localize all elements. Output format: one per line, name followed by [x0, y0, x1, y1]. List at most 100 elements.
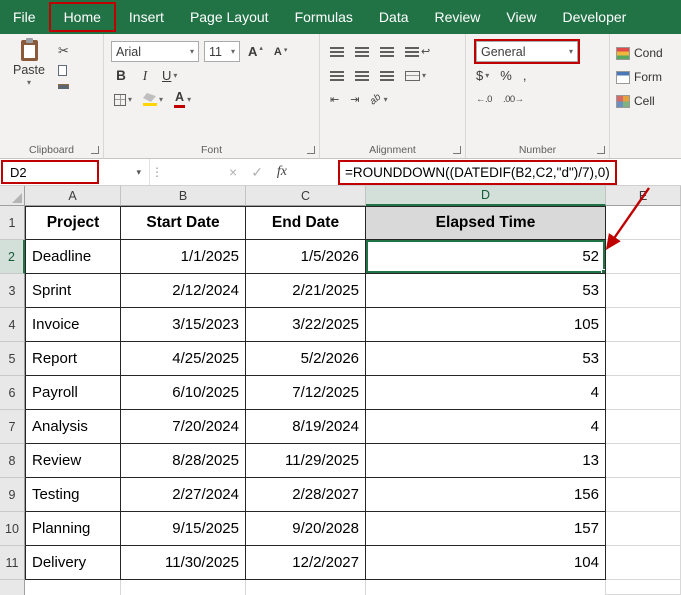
decrease-decimal-button[interactable]: .00→ — [500, 93, 527, 106]
cell-A5[interactable]: Report — [25, 342, 121, 376]
cell-E4[interactable] — [606, 308, 681, 342]
align-right-button[interactable] — [377, 70, 397, 82]
row-header-5[interactable]: 5 — [0, 342, 25, 376]
cell-C12[interactable] — [246, 580, 366, 595]
paste-button[interactable]: Paste ▾ — [8, 38, 50, 89]
cell-A9[interactable]: Testing — [25, 478, 121, 512]
cell-E12[interactable] — [606, 580, 681, 595]
cell-B10[interactable]: 9/15/2025 — [121, 512, 246, 546]
row-header-9[interactable]: 9 — [0, 478, 25, 512]
cell-C4[interactable]: 3/22/2025 — [246, 308, 366, 342]
tab-home[interactable]: Home — [49, 2, 116, 32]
row-header-10[interactable]: 10 — [0, 512, 25, 546]
col-header-D[interactable]: D — [366, 186, 606, 206]
row-header-7[interactable]: 7 — [0, 410, 25, 444]
cell-A1[interactable]: Project — [25, 206, 121, 240]
cell-C8[interactable]: 11/29/2025 — [246, 444, 366, 478]
cell-B1[interactable]: Start Date — [121, 206, 246, 240]
increase-decimal-button[interactable]: ←.0 — [473, 93, 495, 106]
number-dialog-launcher-icon[interactable] — [597, 146, 605, 154]
cell-C5[interactable]: 5/2/2026 — [246, 342, 366, 376]
cell-E9[interactable] — [606, 478, 681, 512]
cell-E5[interactable] — [606, 342, 681, 376]
format-as-table-button[interactable]: Form — [616, 68, 675, 86]
cell-D10[interactable]: 157 — [366, 512, 606, 546]
cell-C7[interactable]: 8/19/2024 — [246, 410, 366, 444]
copy-button[interactable] — [58, 62, 72, 76]
cell-A10[interactable]: Planning — [25, 512, 121, 546]
cell-A3[interactable]: Sprint — [25, 274, 121, 308]
cell-B2[interactable]: 1/1/2025 — [121, 240, 246, 274]
cell-E11[interactable] — [606, 546, 681, 580]
align-center-button[interactable] — [352, 70, 372, 82]
cell-E2[interactable] — [606, 240, 681, 274]
cell-D12[interactable] — [366, 580, 606, 595]
cell-A8[interactable]: Review — [25, 444, 121, 478]
cell-E7[interactable] — [606, 410, 681, 444]
cut-button[interactable]: ✂ — [58, 44, 69, 57]
row-header-8[interactable]: 8 — [0, 444, 25, 478]
cell-A6[interactable]: Payroll — [25, 376, 121, 410]
row-header-2[interactable]: 2 — [0, 240, 25, 274]
cell-C11[interactable]: 12/2/2027 — [246, 546, 366, 580]
cell-E10[interactable] — [606, 512, 681, 546]
formula-input[interactable]: =ROUNDDOWN((DATEDIF(B2,C2,"d")/7),0) — [340, 162, 615, 183]
cell-C1[interactable]: End Date — [246, 206, 366, 240]
cell-C3[interactable]: 2/21/2025 — [246, 274, 366, 308]
cell-E1[interactable] — [606, 206, 681, 240]
cell-C2[interactable]: 1/5/2026 — [246, 240, 366, 274]
comma-style-button[interactable]: , — [520, 67, 530, 84]
name-box-value[interactable]: D2 — [3, 162, 97, 182]
cell-A2[interactable]: Deadline — [25, 240, 121, 274]
enter-button[interactable]: ✓ — [244, 164, 270, 181]
cell-A12[interactable] — [25, 580, 121, 595]
format-painter-button[interactable] — [58, 84, 69, 89]
cell-B12[interactable] — [121, 580, 246, 595]
col-header-E[interactable]: E — [606, 186, 681, 206]
tab-developer[interactable]: Developer — [550, 2, 640, 32]
align-middle-button[interactable] — [352, 46, 372, 58]
borders-button[interactable]: ▾ — [111, 93, 135, 107]
cell-D5[interactable]: 53 — [366, 342, 606, 376]
clipboard-dialog-launcher-icon[interactable] — [91, 146, 99, 154]
increase-indent-button[interactable]: ⇥ — [347, 92, 362, 107]
decrease-font-size-button[interactable]: A ▾ — [271, 45, 290, 59]
cell-B8[interactable]: 8/28/2025 — [121, 444, 246, 478]
font-color-button[interactable]: A ▾ — [171, 90, 194, 109]
cancel-button[interactable]: × — [222, 164, 244, 180]
conditional-formatting-button[interactable]: Cond — [616, 44, 675, 62]
cell-A4[interactable]: Invoice — [25, 308, 121, 342]
row-header-6[interactable]: 6 — [0, 376, 25, 410]
tab-insert[interactable]: Insert — [116, 2, 177, 32]
italic-button[interactable]: I — [136, 67, 154, 85]
font-size-select[interactable]: 11 ▾ — [204, 41, 240, 62]
font-name-select[interactable]: Arial ▾ — [111, 41, 199, 62]
col-header-B[interactable]: B — [121, 186, 246, 206]
cell-A7[interactable]: Analysis — [25, 410, 121, 444]
cell-D3[interactable]: 53 — [366, 274, 606, 308]
tab-page-layout[interactable]: Page Layout — [177, 2, 282, 32]
number-format-select[interactable]: General ▾ — [476, 41, 578, 62]
accounting-format-button[interactable]: $ ▾ — [473, 67, 492, 84]
cell-B4[interactable]: 3/15/2023 — [121, 308, 246, 342]
fill-color-button[interactable]: ▾ — [140, 92, 166, 107]
align-left-button[interactable] — [327, 70, 347, 82]
row-header-3[interactable]: 3 — [0, 274, 25, 308]
tab-formulas[interactable]: Formulas — [282, 2, 366, 32]
cell-E6[interactable] — [606, 376, 681, 410]
cell-B3[interactable]: 2/12/2024 — [121, 274, 246, 308]
decrease-indent-button[interactable]: ⇤ — [327, 92, 342, 107]
orientation-button[interactable]: ab ▾ — [367, 92, 390, 108]
cell-B11[interactable]: 11/30/2025 — [121, 546, 246, 580]
tab-data[interactable]: Data — [366, 2, 422, 32]
col-header-C[interactable]: C — [246, 186, 366, 206]
cell-D9[interactable]: 156 — [366, 478, 606, 512]
name-box[interactable]: D2 ▾ — [0, 159, 150, 185]
merge-center-button[interactable]: ▾ — [402, 70, 429, 82]
row-header-11[interactable]: 11 — [0, 546, 25, 580]
tab-review[interactable]: Review — [422, 2, 494, 32]
cell-D2[interactable]: 52 — [366, 240, 606, 274]
chevron-down-icon[interactable]: ▾ — [136, 167, 141, 178]
increase-font-size-button[interactable]: A ▴ — [245, 43, 266, 60]
select-all-button[interactable] — [0, 186, 25, 206]
